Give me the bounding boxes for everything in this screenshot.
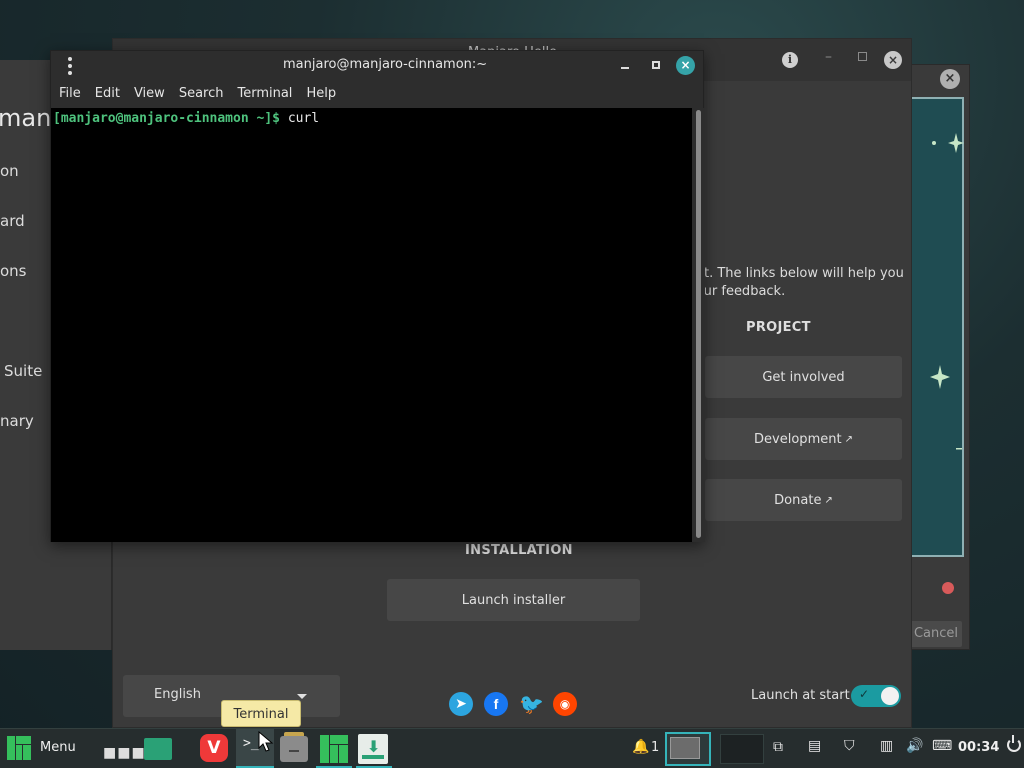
menu-button[interactable]: Menu — [40, 740, 76, 755]
reddit-icon[interactable]: ◉ — [553, 692, 577, 716]
installer-app-icon[interactable]: ⬇ — [358, 734, 388, 764]
chevron-down-icon — [297, 694, 307, 699]
launch-installer-button[interactable]: Launch installer — [387, 579, 640, 621]
minimize-icon[interactable]: – — [825, 49, 832, 65]
project-heading: PROJECT — [746, 320, 811, 335]
wallpaper-preview — [912, 97, 964, 557]
background-window-right: × Cancel — [905, 64, 970, 650]
notifications-icon[interactable]: 🔔 — [632, 739, 649, 755]
manjaro-hello-app-icon[interactable] — [320, 735, 348, 763]
workspace-1[interactable] — [665, 732, 711, 766]
facebook-icon[interactable]: f — [484, 692, 508, 716]
close-icon[interactable]: × — [676, 56, 695, 75]
telegram-icon[interactable]: ➤ — [449, 692, 473, 716]
volume-icon[interactable]: 🔊 — [906, 738, 923, 754]
menu-view[interactable]: View — [134, 81, 165, 107]
menu-edit[interactable]: Edit — [95, 81, 120, 107]
menu-file[interactable]: File — [59, 81, 81, 107]
donate-label: Donate — [774, 492, 822, 508]
file-manager-icon[interactable] — [280, 736, 308, 762]
power-icon[interactable] — [1007, 735, 1021, 752]
development-button[interactable]: Development ↗ — [705, 418, 902, 460]
side-item-4[interactable]: Suite — [4, 362, 42, 380]
taskbar: Menu ■■■ V >_ ⬇ 🔔 1 ⧉ ▤ ⛉ ▥ 🔊 ⌨ 00:34 — [0, 728, 1024, 768]
scrollbar-thumb[interactable] — [696, 110, 701, 538]
maximize-icon[interactable] — [652, 61, 660, 69]
terminal-title: manjaro@manjaro-cinnamon:~ — [283, 57, 488, 72]
installer-bar — [362, 755, 384, 759]
check-icon: ✓ — [859, 687, 870, 701]
donate-button[interactable]: Donate ↗ — [705, 479, 902, 521]
menu-search[interactable]: Search — [179, 81, 224, 107]
keyboard-icon[interactable]: ⌨ — [932, 738, 952, 754]
launch-installer-label: Launch installer — [461, 592, 566, 608]
twitter-icon[interactable]: 🐦 — [519, 692, 544, 716]
terminal-window: manjaro@manjaro-cinnamon:~ × File Edit V… — [50, 50, 705, 542]
folder-icon[interactable] — [144, 738, 172, 760]
welcome-text: g it. The links below will help you your… — [688, 266, 904, 299]
manjaro-logo-icon[interactable] — [7, 736, 31, 760]
development-label: Development — [754, 431, 842, 447]
mouse-cursor-icon — [258, 731, 274, 752]
badge-icon — [942, 582, 954, 594]
cancel-button[interactable]: Cancel — [910, 621, 962, 647]
installation-heading: INSTALLATION — [465, 543, 573, 558]
taskbar-tooltip: Terminal — [221, 700, 301, 727]
update-shield-icon[interactable]: ⛉ — [844, 738, 855, 754]
launch-at-start-label: Launch at start — [751, 688, 850, 703]
window-list-icon[interactable]: ⧉ — [773, 739, 783, 755]
side-item-5[interactable]: nary — [0, 412, 34, 430]
language-value: English — [154, 687, 201, 702]
show-desktop-icon[interactable]: ■■■ — [103, 745, 146, 761]
workspace-window-preview — [670, 737, 700, 759]
terminal-titlebar[interactable]: manjaro@manjaro-cinnamon:~ × — [51, 51, 703, 81]
side-item-3[interactable]: ons — [0, 262, 27, 280]
get-involved-label: Get involved — [762, 369, 845, 385]
notification-count: 1 — [651, 740, 660, 755]
terminal-menubar: File Edit View Search Terminal Help — [51, 81, 703, 107]
minimize-icon[interactable] — [621, 67, 629, 69]
typed-command: curl — [287, 111, 320, 126]
kebab-menu-icon[interactable] — [68, 57, 72, 78]
command-line: [manjaro@manjaro-cinnamon ~]$ curl — [53, 111, 319, 126]
close-icon[interactable]: × — [884, 51, 902, 69]
launch-at-start-toggle[interactable]: ✓ — [851, 685, 901, 707]
sparkles-decoration — [930, 133, 964, 450]
side-item-1[interactable]: on — [0, 162, 19, 180]
download-arrow-icon: ⬇ — [367, 737, 381, 756]
vivaldi-browser-icon[interactable]: V — [200, 734, 228, 762]
menu-help[interactable]: Help — [306, 81, 336, 107]
toggle-knob — [881, 687, 899, 705]
side-item-2[interactable]: ard — [0, 212, 25, 230]
get-involved-button[interactable]: Get involved — [705, 356, 902, 398]
clock[interactable]: 00:34 — [958, 740, 999, 755]
clipboard-icon[interactable]: ▤ — [808, 738, 821, 754]
terminal-glyph-icon: >_ — [243, 736, 259, 751]
terminal-output[interactable]: [manjaro@manjaro-cinnamon ~]$ curl — [51, 108, 692, 542]
menu-terminal[interactable]: Terminal — [237, 81, 292, 107]
maximize-icon[interactable] — [858, 52, 867, 61]
external-link-icon: ↗ — [844, 433, 853, 445]
external-link-icon: ↗ — [824, 494, 833, 506]
close-icon[interactable]: × — [940, 69, 960, 89]
network-icon[interactable]: ▥ — [880, 738, 893, 754]
prompt: [manjaro@manjaro-cinnamon ~]$ — [53, 111, 280, 126]
info-icon[interactable]: i — [782, 52, 798, 68]
workspace-2[interactable] — [720, 734, 764, 764]
terminal-scrollbar[interactable] — [692, 108, 705, 542]
